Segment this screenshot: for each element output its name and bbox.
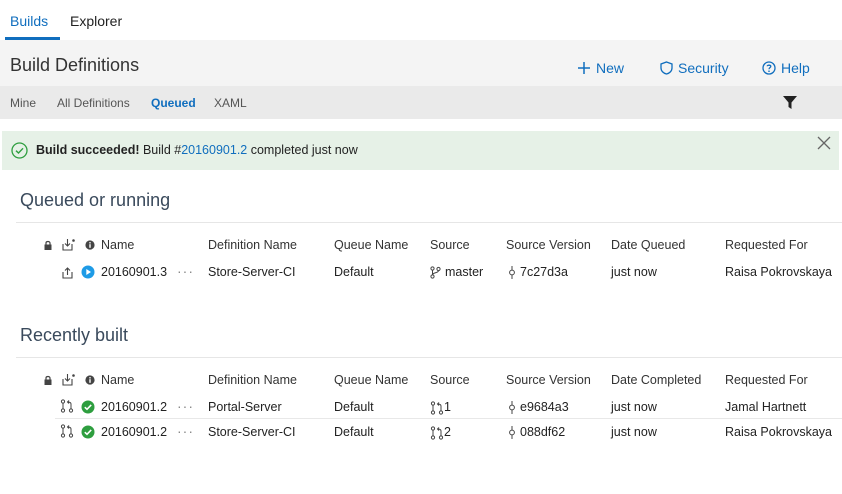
col-header-source[interactable]: Source: [430, 373, 470, 387]
date-queued: just now: [611, 265, 657, 279]
shield-icon: [660, 61, 673, 75]
col-header-date[interactable]: Date Queued: [611, 238, 685, 252]
date-completed: just now: [611, 425, 657, 439]
col-header-name[interactable]: Name: [101, 238, 134, 252]
col-header-definition[interactable]: Definition Name: [208, 373, 297, 387]
lock-icon: [44, 240, 52, 250]
pull-request-icon: [430, 426, 444, 440]
row-more-actions[interactable]: ···: [177, 263, 194, 279]
manual-trigger-icon: [62, 267, 73, 279]
subnav-all-definitions[interactable]: All Definitions: [57, 96, 130, 110]
subnav-mine[interactable]: Mine: [10, 96, 36, 110]
commit-icon: [509, 401, 515, 415]
row-more-actions[interactable]: ···: [177, 398, 194, 414]
pull-request-icon: [60, 399, 74, 413]
filter-icon[interactable]: [782, 95, 798, 110]
definition-name[interactable]: Store-Server-CI: [208, 265, 296, 279]
page-title: Build Definitions: [10, 55, 140, 75]
col-header-source[interactable]: Source: [430, 238, 470, 252]
queued-section-divider: [16, 222, 842, 223]
definition-name[interactable]: Portal-Server: [208, 400, 282, 414]
build-number[interactable]: 20160901.2: [101, 425, 167, 439]
banner-build-link[interactable]: 20160901.2: [181, 143, 247, 157]
col-header-name[interactable]: Name: [101, 373, 134, 387]
banner-prefix: Build #: [139, 143, 182, 157]
commit-icon: [509, 426, 515, 440]
source-label: 2: [444, 425, 451, 439]
help-button[interactable]: Help: [762, 60, 810, 76]
lock-icon: [44, 375, 52, 385]
build-number[interactable]: 20160901.3: [101, 265, 167, 279]
col-header-version[interactable]: Source Version: [506, 238, 591, 252]
col-header-requested[interactable]: Requested For: [725, 373, 808, 387]
col-header-date[interactable]: Date Completed: [611, 373, 701, 387]
queue-name: Default: [334, 265, 374, 279]
requested-for: Jamal Hartnett: [725, 400, 807, 414]
source-version-label: 088df62: [520, 425, 566, 439]
build-number[interactable]: 20160901.2: [101, 400, 167, 414]
check-circle-icon: [11, 142, 28, 159]
retain-icon: [62, 239, 75, 251]
running-icon: [81, 265, 95, 279]
source-version-label: 7c27d3a: [520, 265, 568, 279]
plus-icon: [578, 62, 590, 74]
col-header-requested[interactable]: Requested For: [725, 238, 808, 252]
col-header-version[interactable]: Source Version: [506, 373, 591, 387]
new-button-label: New: [596, 60, 625, 76]
info-icon: [85, 375, 95, 385]
pull-request-icon: [60, 424, 74, 438]
success-icon: [81, 425, 95, 439]
queued-section-title: Queued or running: [20, 190, 171, 210]
queue-name: Default: [334, 425, 374, 439]
banner-status: Build succeeded!: [36, 143, 140, 157]
top-tab-bar: [0, 0, 842, 40]
banner-message: Build succeeded! Build #20160901.2 compl…: [36, 143, 358, 157]
row-divider: [55, 418, 842, 419]
col-header-queue[interactable]: Queue Name: [334, 238, 408, 252]
requested-for: Raisa Pokrovskaya: [725, 425, 832, 439]
source-branch-label: master: [445, 265, 484, 279]
source-label: 1: [444, 400, 451, 414]
recent-section-divider: [16, 357, 842, 358]
security-button-label: Security: [678, 60, 729, 76]
source-pull-request[interactable]: 2: [430, 425, 451, 440]
security-button[interactable]: Security: [660, 60, 729, 76]
queue-name: Default: [334, 400, 374, 414]
help-icon: [762, 61, 776, 75]
row-more-actions[interactable]: ···: [177, 423, 194, 439]
source-pull-request[interactable]: 1: [430, 400, 451, 415]
source-version-label: e9684a3: [520, 400, 569, 414]
success-banner: Build succeeded! Build #20160901.2 compl…: [2, 131, 839, 170]
source-version[interactable]: 7c27d3a: [508, 265, 568, 280]
requested-for: Raisa Pokrovskaya: [725, 265, 832, 279]
col-header-queue[interactable]: Queue Name: [334, 373, 408, 387]
subnav-xaml[interactable]: XAML: [214, 96, 247, 110]
banner-suffix: completed just now: [247, 143, 358, 157]
subnav-queued[interactable]: Queued: [151, 96, 196, 110]
success-icon: [81, 400, 95, 414]
source-version[interactable]: 088df62: [508, 425, 566, 440]
col-header-definition[interactable]: Definition Name: [208, 238, 297, 252]
help-button-label: Help: [781, 60, 810, 76]
commit-icon: [509, 266, 515, 280]
pull-request-icon: [430, 401, 444, 415]
tab-builds[interactable]: Builds: [10, 13, 48, 29]
recent-section-title: Recently built: [20, 325, 129, 345]
date-completed: just now: [611, 400, 657, 414]
info-icon: [85, 240, 95, 250]
source-branch: master: [430, 265, 483, 279]
new-button[interactable]: New: [577, 60, 624, 76]
close-icon[interactable]: [817, 136, 831, 150]
retain-icon: [62, 374, 75, 386]
branch-icon: [430, 266, 441, 279]
source-version[interactable]: e9684a3: [508, 400, 569, 415]
tab-explorer[interactable]: Explorer: [70, 13, 122, 29]
definition-name[interactable]: Store-Server-CI: [208, 425, 296, 439]
